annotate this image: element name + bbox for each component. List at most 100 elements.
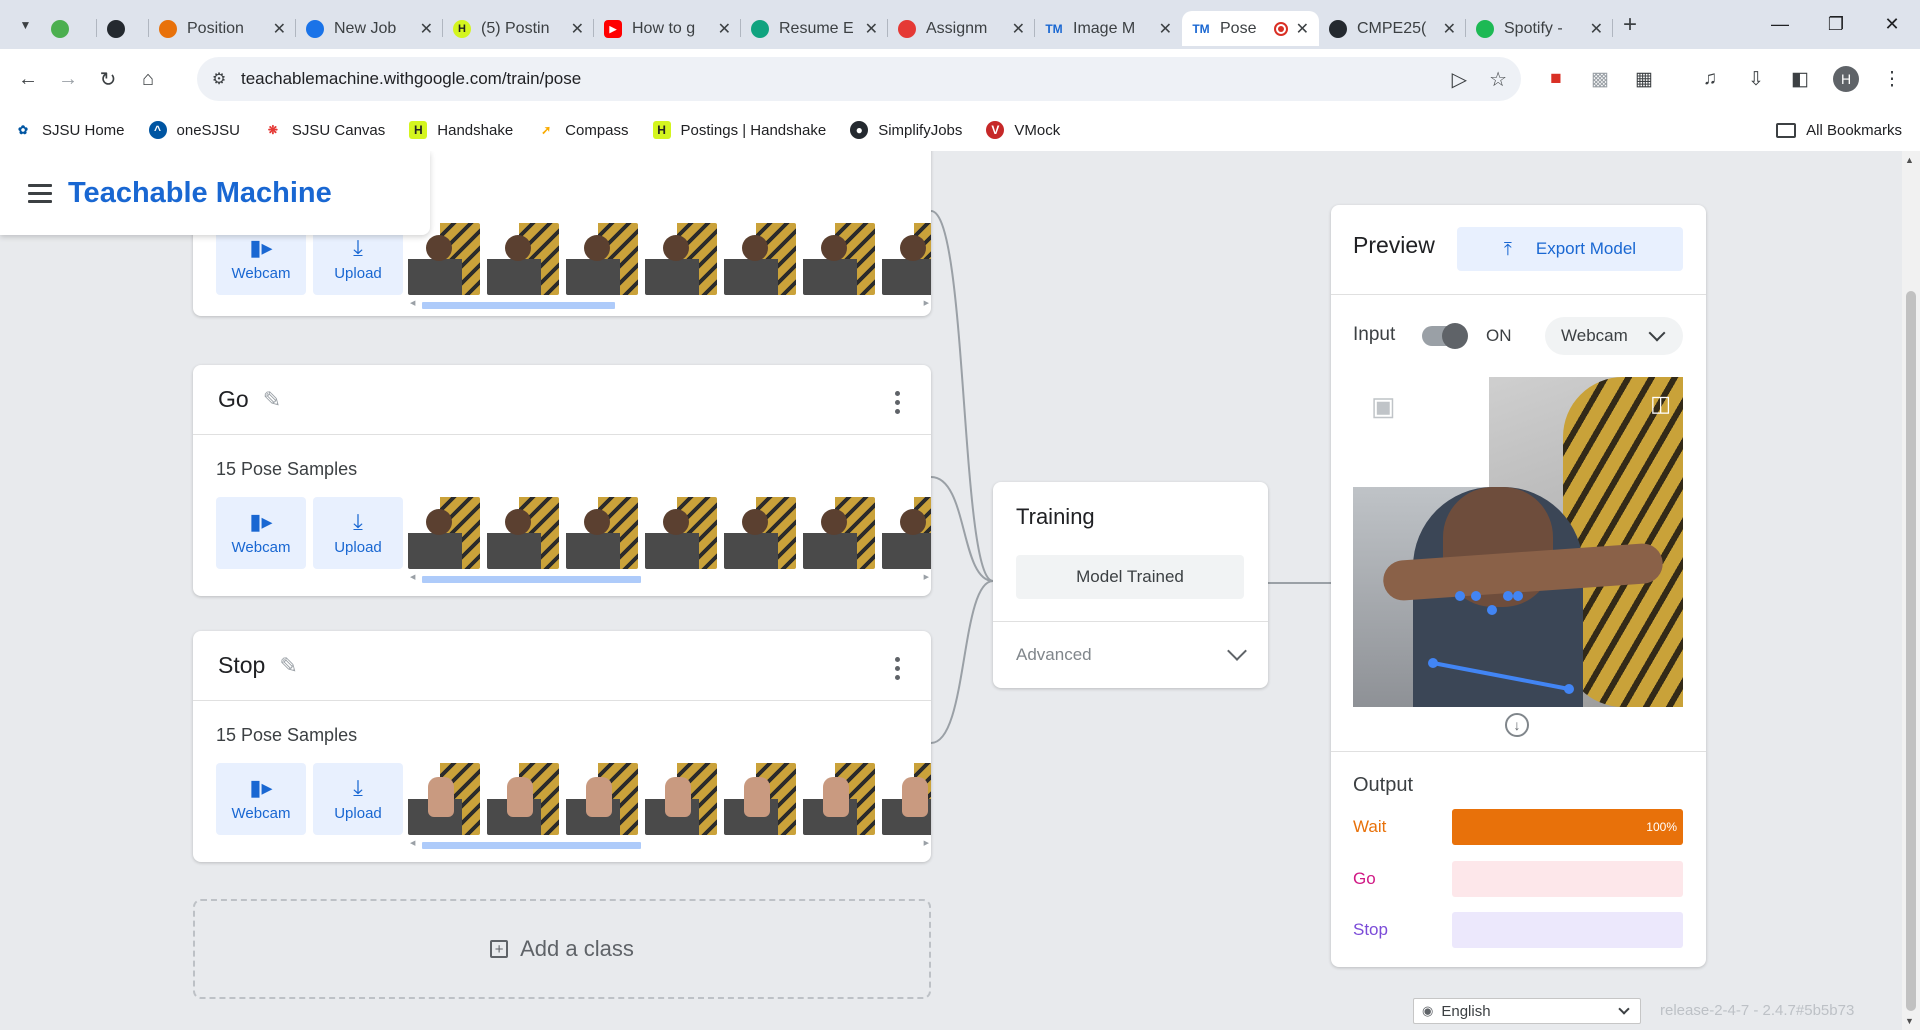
sample-thumbnail[interactable] (487, 763, 559, 835)
sample-thumbnail[interactable] (566, 497, 638, 569)
scrollbar-thumb[interactable] (422, 842, 641, 849)
thumbnail-scrollbar[interactable]: ◀ ▶ (408, 300, 931, 309)
reload-button[interactable]: ↻ (88, 59, 128, 99)
sample-thumbnails[interactable] (408, 497, 931, 569)
bookmark-handshake[interactable]: H Handshake (409, 121, 513, 139)
edit-pencil-icon[interactable]: ✎ (263, 387, 281, 413)
advanced-toggle[interactable]: Advanced (993, 621, 1268, 688)
tab-2[interactable]: Position ✕ (149, 11, 296, 46)
webcam-button[interactable]: ▮▸ Webcam (216, 497, 306, 569)
close-icon[interactable]: ✕ (1012, 19, 1025, 39)
tab-11[interactable]: Spotify - ✕ (1466, 11, 1613, 46)
sample-thumbnail[interactable] (724, 223, 796, 295)
home-button[interactable]: ⌂ (128, 59, 168, 99)
class-options-icon[interactable] (895, 391, 901, 414)
bookmark-sjsu-home[interactable]: ✿ SJSU Home (14, 121, 125, 139)
scroll-right-icon[interactable]: ▶ (924, 573, 929, 581)
sample-thumbnail[interactable] (882, 223, 931, 295)
edit-pencil-icon[interactable]: ✎ (279, 653, 297, 679)
add-class-button[interactable]: + Add a class (193, 899, 931, 999)
tab-6[interactable]: Resume E ✕ (741, 11, 888, 46)
close-icon[interactable]: ✕ (1296, 19, 1309, 39)
sample-thumbnail[interactable] (566, 763, 638, 835)
language-select[interactable]: ◉ English (1413, 998, 1641, 1024)
thumbnail-scrollbar[interactable]: ◀ ▶ (408, 839, 931, 849)
camera-in-use-icon[interactable]: ▷ (1452, 67, 1467, 92)
tab-5[interactable]: ▶ How to g ✕ (594, 11, 741, 46)
flip-camera-icon[interactable]: ◫ (1650, 391, 1671, 417)
close-icon[interactable]: ✕ (571, 19, 584, 39)
input-source-select[interactable]: Webcam (1545, 317, 1683, 355)
page-scrollbar[interactable]: ▲ ▼ (1902, 151, 1920, 1030)
close-icon[interactable]: ✕ (1443, 19, 1456, 39)
scrollbar-thumb[interactable] (422, 576, 641, 583)
page-scrollbar-thumb[interactable] (1906, 291, 1916, 1011)
scroll-right-icon[interactable]: ▶ (924, 839, 929, 847)
close-icon[interactable]: ✕ (718, 19, 731, 39)
bookmark-vmock[interactable]: V VMock (986, 121, 1060, 139)
tab-active-pose[interactable]: TM Pose ✕ (1182, 11, 1319, 46)
sample-thumbnail[interactable] (408, 497, 480, 569)
bookmark-sjsu-canvas[interactable]: ❋ SJSU Canvas (264, 121, 385, 139)
close-icon[interactable]: ✕ (1590, 19, 1603, 39)
sample-thumbnail[interactable] (408, 763, 480, 835)
sample-thumbnail[interactable] (645, 223, 717, 295)
tab-1[interactable] (97, 11, 149, 46)
class-name[interactable]: Go (218, 386, 249, 413)
tab-7[interactable]: Assignm ✕ (888, 11, 1035, 46)
sample-thumbnail[interactable] (487, 223, 559, 295)
sample-thumbnail[interactable] (645, 763, 717, 835)
sample-thumbnail[interactable] (882, 763, 931, 835)
sample-thumbnails[interactable] (408, 223, 931, 295)
extensions-puzzle-icon[interactable]: ▦ (1624, 49, 1664, 109)
sample-thumbnail[interactable] (803, 497, 875, 569)
tab-4[interactable]: H (5) Postin ✕ (443, 11, 594, 46)
sample-thumbnail[interactable] (803, 763, 875, 835)
sample-thumbnail[interactable] (487, 497, 559, 569)
browser-menu-icon[interactable]: ⋮ (1872, 49, 1912, 109)
bookmark-compass[interactable]: ➚ Compass (537, 121, 628, 139)
model-trained-button[interactable]: Model Trained (1016, 555, 1244, 599)
hamburger-menu-icon[interactable] (28, 183, 52, 203)
sample-thumbnail[interactable] (724, 763, 796, 835)
webcam-button[interactable]: ▮▸ Webcam (216, 763, 306, 835)
bookmark-postings-handshake[interactable]: H Postings | Handshake (652, 121, 826, 139)
download-icon[interactable]: ⇩ (1736, 49, 1776, 109)
site-settings-icon[interactable]: ⚙ (197, 69, 241, 89)
close-icon[interactable]: ✕ (865, 19, 878, 39)
crop-icon[interactable]: ▣ (1371, 391, 1396, 422)
back-button[interactable]: ← (8, 59, 48, 99)
forward-button[interactable]: → (48, 59, 88, 99)
class-name[interactable]: Stop (218, 652, 265, 679)
tab-8[interactable]: TM Image M ✕ (1035, 11, 1182, 46)
bookmark-simplifyjobs[interactable]: ● SimplifyJobs (850, 121, 962, 139)
close-icon[interactable]: ✕ (273, 19, 286, 39)
bookmark-star-icon[interactable]: ☆ (1489, 67, 1507, 92)
scroll-left-icon[interactable]: ◀ (410, 573, 415, 581)
sample-thumbnail[interactable] (882, 497, 931, 569)
sample-thumbnail[interactable] (803, 223, 875, 295)
close-icon[interactable]: ✕ (1159, 19, 1172, 39)
class-options-icon[interactable] (895, 657, 901, 680)
extension-red-icon[interactable]: ■ (1536, 49, 1576, 109)
tab-search-button[interactable]: ▼ (10, 9, 41, 40)
window-close-button[interactable]: ✕ (1864, 0, 1920, 49)
address-bar[interactable]: ⚙ teachablemachine.withgoogle.com/train/… (197, 57, 1521, 101)
bookmark-onesjsu[interactable]: ^ oneSJSU (148, 121, 240, 139)
profile-avatar[interactable]: H (1826, 49, 1866, 109)
app-title[interactable]: Teachable Machine (68, 177, 332, 210)
scroll-up-icon[interactable]: ▲ (1905, 155, 1914, 165)
tab-10[interactable]: CMPE25( ✕ (1319, 11, 1466, 46)
upload-button[interactable]: ⤓ Upload (313, 497, 403, 569)
media-controls-icon[interactable]: ♫ (1690, 49, 1730, 109)
tab-0[interactable] (41, 11, 97, 46)
tab-3[interactable]: New Job ✕ (296, 11, 443, 46)
export-model-button[interactable]: ⤒ Export Model (1457, 227, 1683, 271)
sample-thumbnail[interactable] (566, 223, 638, 295)
extension-grey-icon[interactable]: ▩ (1580, 49, 1620, 109)
input-toggle[interactable] (1422, 323, 1468, 349)
sample-thumbnail[interactable] (724, 497, 796, 569)
upload-button[interactable]: ⤓ Upload (313, 763, 403, 835)
side-panel-icon[interactable]: ◧ (1780, 49, 1820, 109)
scroll-left-icon[interactable]: ◀ (410, 839, 415, 847)
